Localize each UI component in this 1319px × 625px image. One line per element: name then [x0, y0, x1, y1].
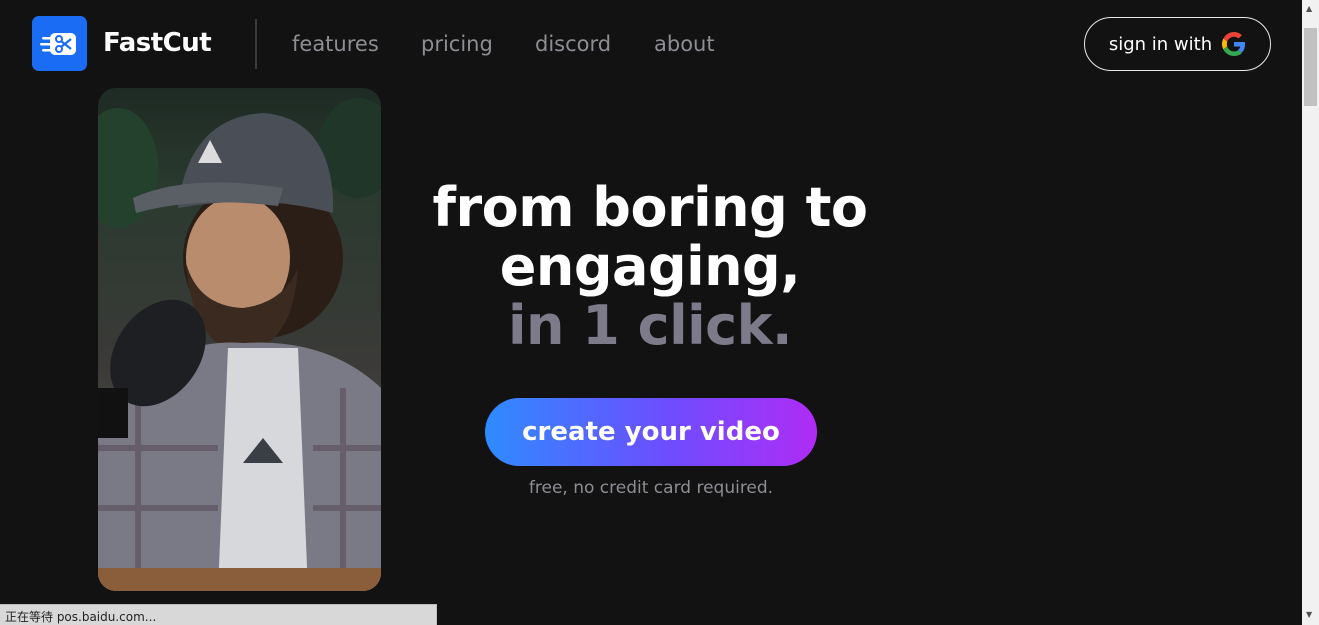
demo-video[interactable]: [98, 88, 381, 591]
site-header: FastCut features pricing discord about s…: [0, 0, 1302, 88]
podcast-host-image: [98, 98, 381, 591]
scroll-thumb[interactable]: [1304, 28, 1317, 106]
hero-line-3: in 1 click.: [507, 294, 793, 357]
browser-status-bar: 正在等待 pos.baidu.com...: [0, 604, 437, 625]
nav-features[interactable]: features: [292, 32, 379, 56]
hero-line-2: engaging,: [499, 235, 801, 298]
brand-name[interactable]: FastCut: [103, 28, 212, 58]
sign-in-with-google-button[interactable]: sign in with: [1084, 17, 1271, 71]
fastcut-logo[interactable]: [32, 16, 87, 71]
nav-about[interactable]: about: [654, 32, 715, 56]
scissors-fast-icon: [39, 32, 76, 55]
cta-note: free, no credit card required.: [528, 478, 774, 498]
scroll-up-arrow-icon[interactable]: ▲: [1306, 4, 1312, 13]
vertical-scrollbar[interactable]: ▲ ▼: [1302, 0, 1319, 625]
scroll-down-arrow-icon[interactable]: ▼: [1306, 610, 1312, 619]
hero-headline: from boring to engaging, in 1 click.: [400, 178, 900, 355]
hero-line-1: from boring to: [432, 176, 869, 239]
google-icon: [1222, 32, 1246, 56]
sign-in-label: sign in with: [1108, 33, 1213, 55]
nav-divider: [255, 19, 257, 69]
create-video-button[interactable]: create your video: [485, 398, 817, 466]
nav-discord[interactable]: discord: [535, 32, 611, 56]
nav-pricing[interactable]: pricing: [421, 32, 493, 56]
